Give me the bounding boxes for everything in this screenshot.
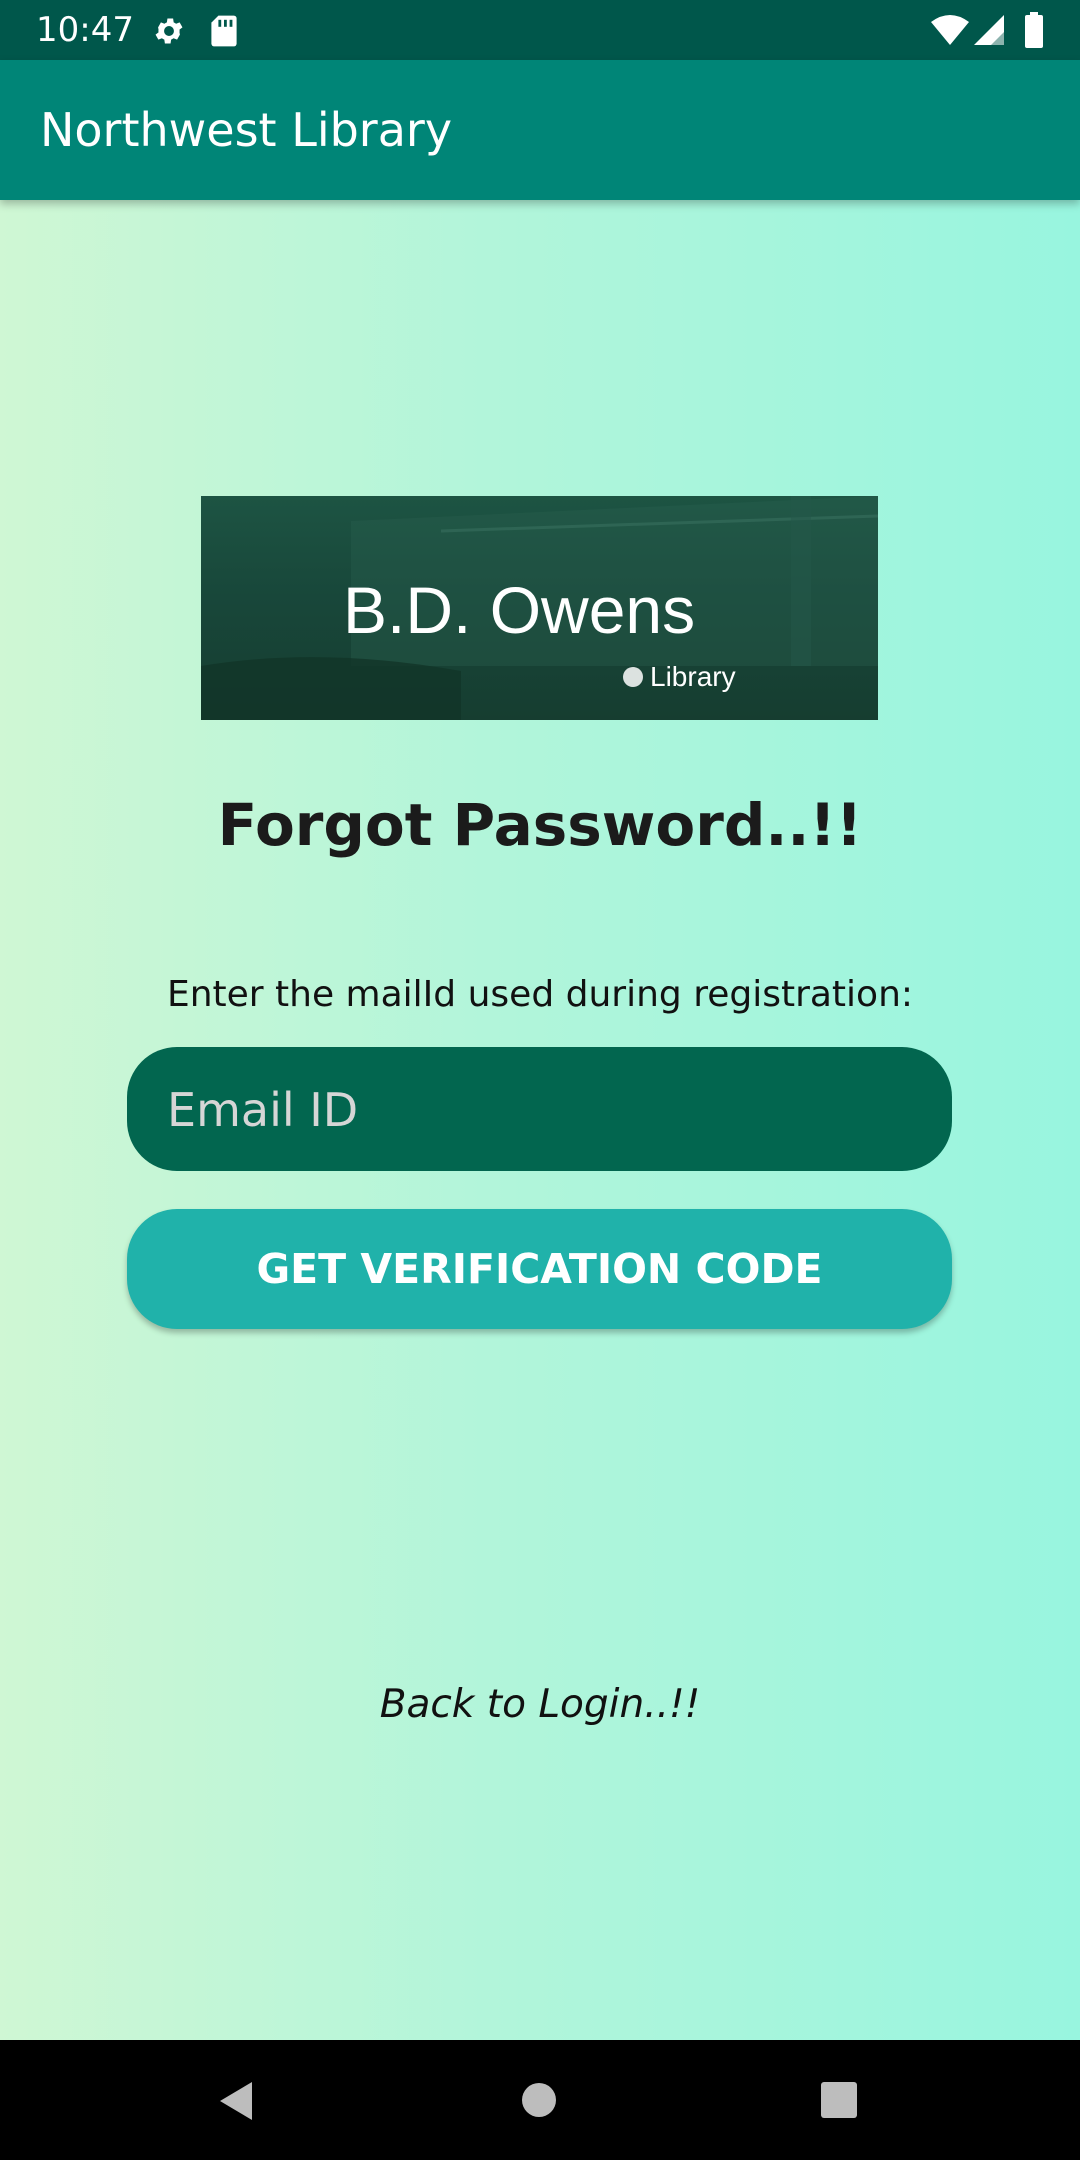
- page-title: Forgot Password..!!: [217, 791, 863, 859]
- app-title: Northwest Library: [40, 103, 453, 157]
- email-field[interactable]: [127, 1047, 952, 1173]
- sd-card-icon: [210, 14, 238, 53]
- home-icon[interactable]: [521, 2082, 557, 2123]
- cell-signal-icon: [973, 14, 1005, 51]
- logo-text-sub: Library: [650, 661, 736, 692]
- status-time: 10:47: [36, 10, 134, 50]
- instruction-text: Enter the mailId used during registratio…: [166, 974, 914, 1015]
- navigation-bar: [0, 2040, 1080, 2160]
- get-verification-code-button[interactable]: GET VERIFICATION CODE: [127, 1209, 952, 1329]
- wifi-icon: [930, 14, 970, 51]
- gear-icon: [152, 14, 186, 53]
- library-logo: B.D. Owens Library: [201, 496, 878, 720]
- back-to-login-link[interactable]: Back to Login..!!: [0, 1680, 1080, 1730]
- status-bar: 10:47: [0, 0, 1080, 60]
- forgot-password-screen: B.D. Owens Library Forgot Password..!! E…: [0, 200, 1080, 2040]
- app-bar: Northwest Library: [0, 60, 1080, 200]
- email-input[interactable]: [165, 1047, 929, 1173]
- logo-text-main: B.D. Owens: [343, 573, 695, 647]
- back-icon[interactable]: [216, 2080, 256, 2127]
- paw-icon: [623, 667, 643, 687]
- recents-icon[interactable]: [820, 2082, 858, 2123]
- battery-icon: [1024, 12, 1044, 53]
